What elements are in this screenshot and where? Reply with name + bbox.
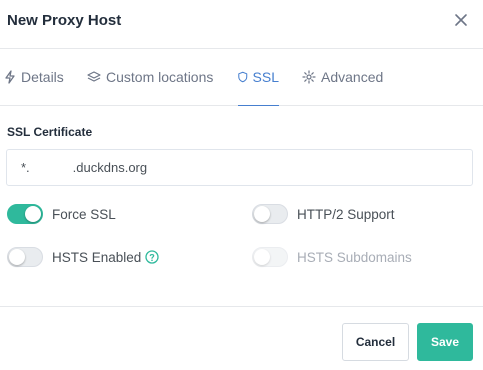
- cancel-button[interactable]: Cancel: [342, 323, 409, 361]
- save-button[interactable]: Save: [417, 323, 473, 361]
- shield-icon: [238, 71, 248, 83]
- ssl-certificate-label: SSL Certificate: [7, 125, 93, 139]
- certificate-value-prefix: *.: [21, 160, 30, 175]
- tab-details[interactable]: Details: [4, 49, 64, 105]
- toggle-knob: [254, 249, 270, 265]
- tab-custom-locations[interactable]: Custom locations: [87, 49, 213, 105]
- modal-title: New Proxy Host: [7, 12, 122, 29]
- tab-ssl-label: SSL: [252, 69, 279, 85]
- close-icon[interactable]: [452, 11, 470, 29]
- toggle-track[interactable]: [7, 247, 43, 267]
- toggle-track[interactable]: [7, 204, 43, 224]
- gear-icon: [302, 70, 316, 84]
- help-icon[interactable]: [145, 250, 159, 264]
- toggle-track[interactable]: [252, 204, 288, 224]
- tab-advanced-label: Advanced: [321, 69, 384, 85]
- ssl-tab-panel: SSL Certificate *. .duckdns.org Force SS…: [0, 106, 483, 306]
- http2-support-label: HTTP/2 Support: [297, 206, 395, 222]
- tab-custom-locations-label: Custom locations: [106, 69, 214, 85]
- layers-icon: [87, 71, 101, 82]
- hsts-enabled-label: HSTS Enabled: [52, 249, 142, 265]
- force-ssl-label: Force SSL: [52, 206, 116, 222]
- toggle-track: [252, 247, 288, 267]
- tab-ssl[interactable]: SSL: [238, 49, 279, 106]
- new-proxy-host-modal: New Proxy Host Details Custom locations …: [0, 0, 483, 370]
- toggle-knob: [25, 206, 41, 222]
- tab-bar: Details Custom locations SSL Advanced: [0, 49, 483, 106]
- modal-footer: Cancel Save: [0, 306, 483, 370]
- tab-details-label: Details: [21, 69, 64, 85]
- certificate-value-suffix: .duckdns.org: [72, 160, 148, 175]
- lightning-icon: [5, 70, 15, 84]
- modal-header: New Proxy Host: [0, 0, 483, 49]
- toggle-knob: [254, 206, 270, 222]
- force-ssl-toggle[interactable]: Force SSL: [7, 204, 116, 224]
- toggle-knob: [9, 249, 25, 265]
- http2-support-toggle[interactable]: HTTP/2 Support: [252, 204, 395, 224]
- hsts-subdomains-toggle: HSTS Subdomains: [252, 247, 412, 267]
- hsts-enabled-toggle[interactable]: HSTS Enabled: [7, 247, 159, 267]
- ssl-certificate-select[interactable]: *. .duckdns.org: [6, 149, 473, 186]
- hsts-subdomains-label: HSTS Subdomains: [297, 249, 412, 265]
- tab-advanced[interactable]: Advanced: [302, 49, 383, 105]
